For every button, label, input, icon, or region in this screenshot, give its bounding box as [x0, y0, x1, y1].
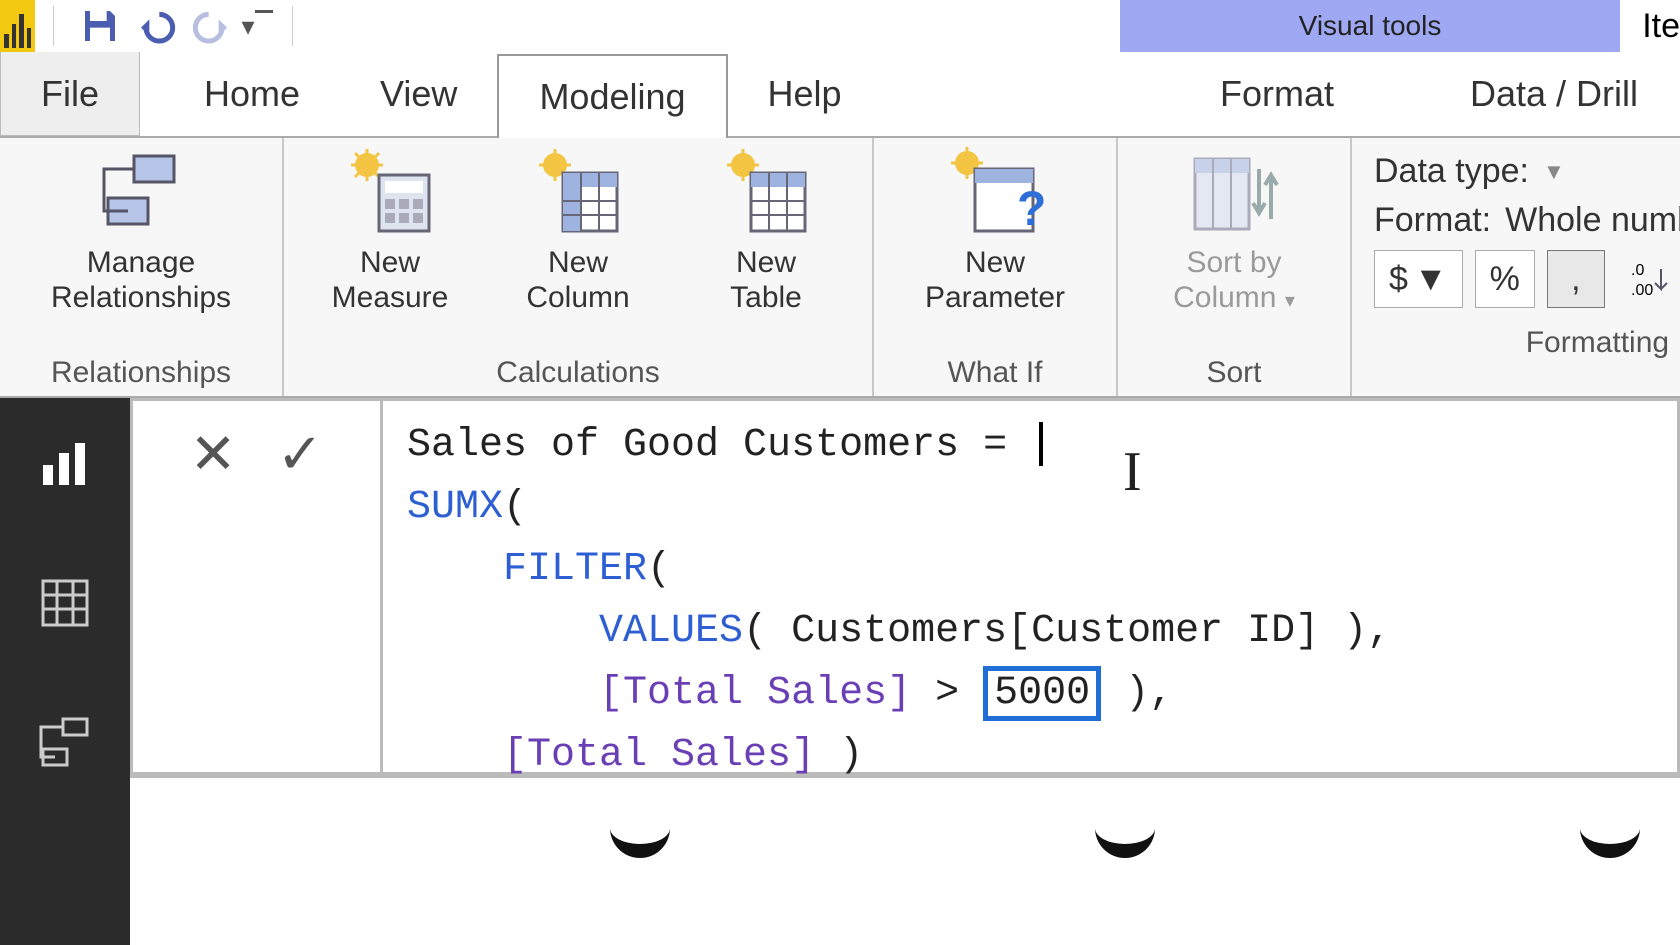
- ribbon: Manage Relationships Relationships New M…: [0, 136, 1680, 398]
- label: New: [548, 246, 608, 281]
- group-sort: Sort by Column ▾ Sort: [1118, 138, 1352, 396]
- sort-by-column-button[interactable]: Sort by Column ▾: [1144, 146, 1324, 315]
- group-label: Sort: [1206, 350, 1261, 392]
- formula-commit-button[interactable]: ✓: [277, 421, 324, 487]
- tab-home[interactable]: Home: [164, 52, 340, 136]
- background-shapes: [610, 798, 1640, 878]
- tab-format[interactable]: Format: [1180, 52, 1430, 136]
- data-type-dropdown[interactable]: ▼: [1543, 159, 1565, 185]
- group-formatting: Data type: ▼ Format: Whole number ▼ $ ▼ …: [1352, 138, 1680, 396]
- relationships-icon: [91, 146, 191, 238]
- group-label: Relationships: [51, 350, 231, 392]
- group-whatif: ? New Parameter What If: [874, 138, 1118, 396]
- format-label: Format:: [1374, 201, 1491, 240]
- text-caret: [1039, 422, 1043, 466]
- thousand-separator-button[interactable]: ,: [1547, 250, 1605, 308]
- currency-format-button[interactable]: $ ▼: [1374, 250, 1463, 308]
- format-value[interactable]: Whole number: [1505, 201, 1680, 240]
- group-relationships: Manage Relationships Relationships: [0, 138, 284, 396]
- formula-bar: ✕ ✓ Sales of Good Customers = I SUMX( FI…: [130, 398, 1680, 778]
- qat-customize-button[interactable]: ▾: [240, 2, 274, 50]
- contextual-tab-header: Visual tools: [1120, 0, 1620, 52]
- label: New: [736, 246, 796, 281]
- truncated-text: Ite: [1630, 7, 1680, 46]
- svg-text:.0: .0: [1631, 262, 1644, 279]
- svg-text:.00: .00: [1631, 282, 1653, 299]
- label: Sort by: [1186, 246, 1281, 281]
- group-label: Calculations: [496, 350, 659, 392]
- parameter-icon: ?: [945, 146, 1045, 238]
- separator: [292, 6, 293, 46]
- percent-format-button[interactable]: %: [1475, 250, 1535, 308]
- report-view-button[interactable]: [30, 428, 100, 498]
- undo-button[interactable]: [128, 2, 184, 50]
- label: Parameter: [925, 281, 1065, 316]
- group-label: Formatting: [1374, 326, 1680, 360]
- save-button[interactable]: [72, 2, 128, 50]
- group-label: What If: [947, 350, 1042, 392]
- model-view-button[interactable]: [30, 708, 100, 778]
- label: Column: [526, 281, 629, 316]
- tab-help[interactable]: Help: [728, 52, 882, 136]
- group-calculations: New Measure New Column New Table Calcula…: [284, 138, 874, 396]
- tab-modeling[interactable]: Modeling: [497, 54, 727, 138]
- text-cursor-icon: I: [1123, 429, 1142, 516]
- ribbon-tabs: File Home View Modeling Help Format Data…: [0, 52, 1680, 136]
- new-parameter-button[interactable]: ? New Parameter: [900, 146, 1090, 315]
- redo-button[interactable]: [184, 2, 240, 50]
- decimal-places-icon: .0.00: [1617, 250, 1680, 308]
- workspace: Iter ✕ ✓ Sales of Good Customers = I SUM…: [0, 398, 1680, 945]
- data-view-button[interactable]: [30, 568, 100, 638]
- app-icon: [0, 0, 35, 52]
- label: Measure: [332, 281, 449, 316]
- new-column-button[interactable]: New Column: [498, 146, 658, 315]
- quick-access-toolbar: ▾ Visual tools Ite: [0, 0, 1680, 52]
- tab-data-drill[interactable]: Data / Drill: [1430, 52, 1680, 136]
- sort-icon: [1184, 146, 1284, 238]
- view-rail: [0, 398, 130, 945]
- manage-relationships-button[interactable]: Manage Relationships: [26, 146, 256, 315]
- svg-text:?: ?: [1017, 183, 1045, 236]
- data-type-label: Data type:: [1374, 152, 1529, 191]
- column-icon: [528, 146, 628, 238]
- chevron-down-icon: ▾: [1285, 290, 1295, 312]
- table-icon: [716, 146, 816, 238]
- threshold-highlight: 5000: [983, 666, 1101, 721]
- separator: [53, 6, 54, 46]
- new-table-button[interactable]: New Table: [686, 146, 846, 315]
- label: New: [360, 246, 420, 281]
- canvas: Iter ✕ ✓ Sales of Good Customers = I SUM…: [130, 398, 1680, 945]
- formula-cancel-button[interactable]: ✕: [190, 421, 237, 487]
- formula-editor[interactable]: Sales of Good Customers = I SUMX( FILTER…: [380, 398, 1680, 775]
- measure-icon: [340, 146, 440, 238]
- label: Relationships: [51, 281, 231, 316]
- label: Table: [730, 281, 802, 316]
- label: New: [965, 246, 1025, 281]
- label: Manage: [87, 246, 195, 281]
- tab-view[interactable]: View: [340, 52, 497, 136]
- tab-file[interactable]: File: [0, 52, 140, 136]
- new-measure-button[interactable]: New Measure: [310, 146, 470, 315]
- label: Column ▾: [1173, 281, 1295, 316]
